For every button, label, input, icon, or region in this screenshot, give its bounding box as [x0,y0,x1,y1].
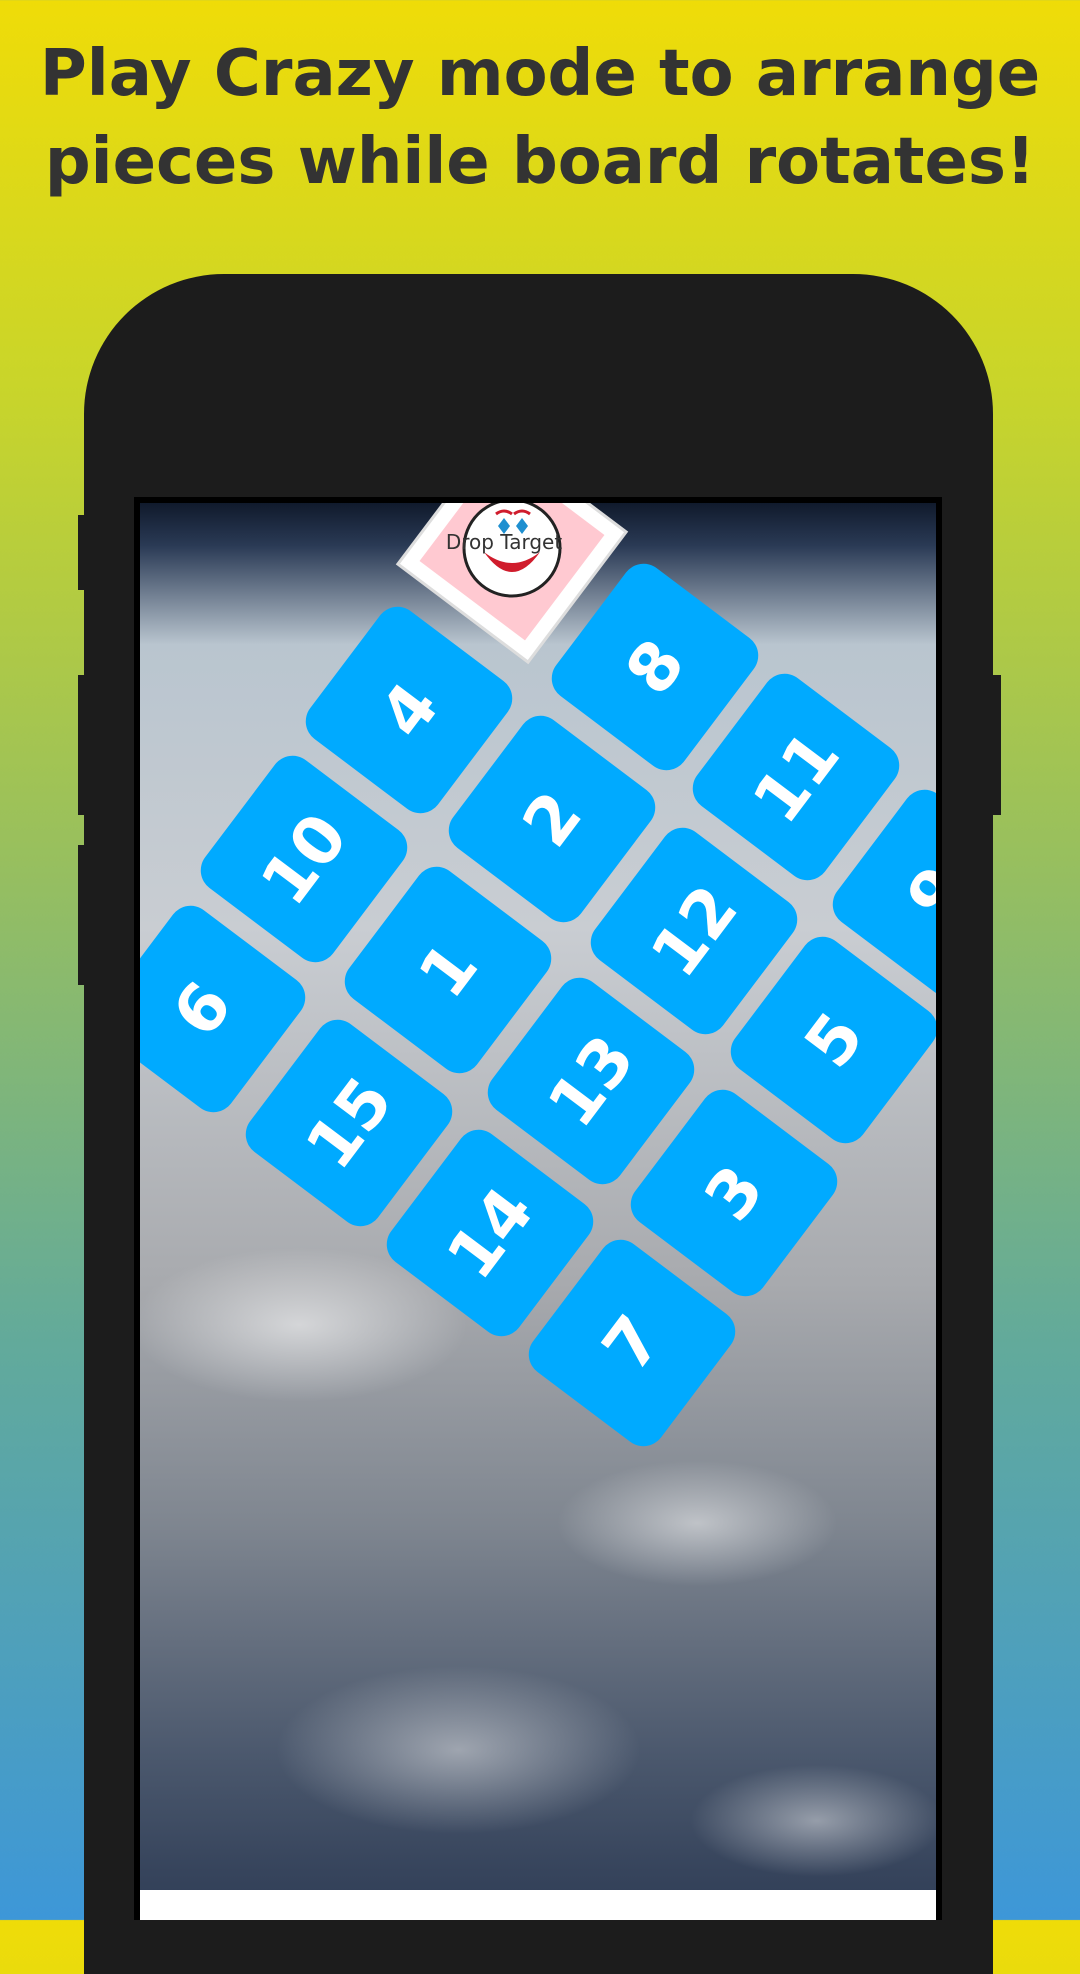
promo-headline-line-2: pieces while board rotates! [44,125,1036,199]
phone-screen: Drop Target 4 8 11 2 10 12 9 1 6 5 13 15… [134,497,942,1920]
drop-target-label: Drop Target [445,529,563,554]
phone-volume-up-button [78,675,86,815]
rotating-board[interactable]: Drop Target 4 8 11 2 10 12 9 1 6 5 13 15… [140,503,936,1920]
phone-power-button [992,675,1001,815]
phone-volume-down-button [78,845,86,985]
promo-headline-line-1: Play Crazy mode to arrange [39,37,1041,111]
phone-side-button [78,515,86,590]
bottom-white-bar [140,1890,936,1920]
promo-headline: Play Crazy mode to arrange pieces while … [0,30,1080,206]
drop-target-panel: Drop Target [419,503,605,641]
earth-background: Drop Target 4 8 11 2 10 12 9 1 6 5 13 15… [140,503,936,1920]
